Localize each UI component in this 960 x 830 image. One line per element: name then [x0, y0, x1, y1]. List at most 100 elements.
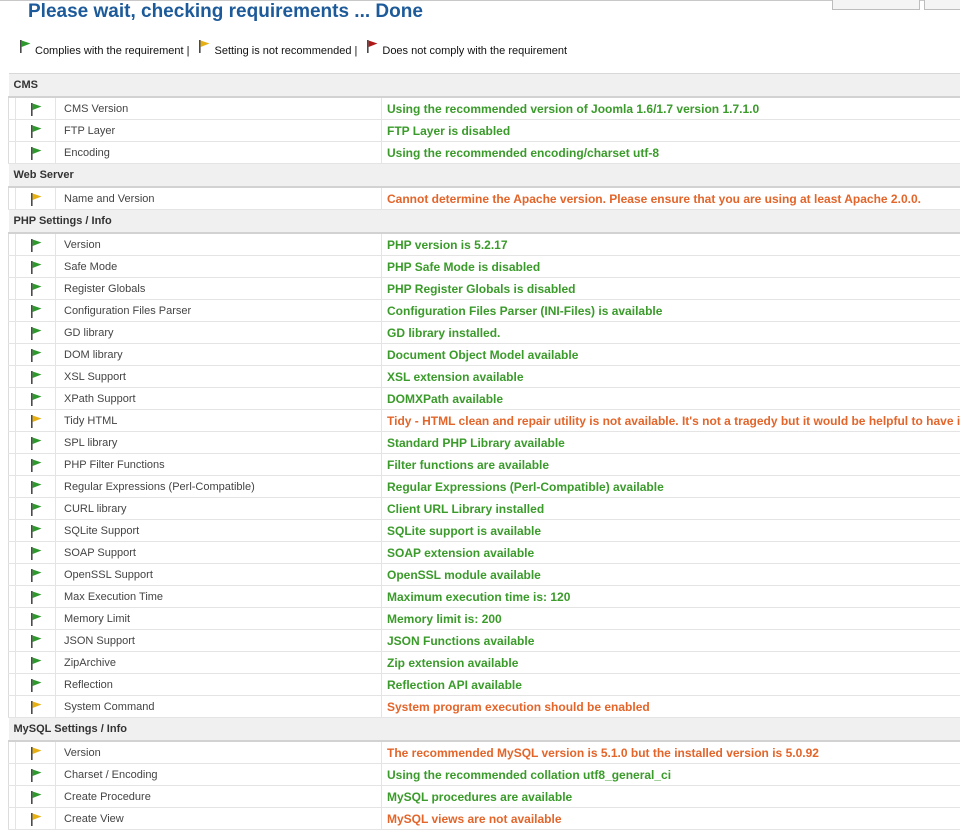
top-toolbar-button[interactable] [832, 0, 920, 10]
requirement-message: Tidy - HTML clean and repair utility is … [382, 410, 960, 432]
requirement-name: Create Procedure [56, 786, 382, 808]
green-flag-icon [29, 678, 43, 692]
green-flag-icon [18, 39, 32, 57]
requirement-name: GD library [56, 322, 382, 344]
requirement-message: XSL extension available [382, 366, 960, 388]
green-flag-icon [29, 568, 43, 582]
requirement-name: DOM library [56, 344, 382, 366]
status-cell [16, 808, 56, 830]
green-flag-icon [29, 790, 43, 804]
row-spacer [9, 344, 16, 366]
row-spacer [9, 233, 16, 256]
row-spacer [9, 388, 16, 410]
legend-label: Does not comply with the requirement [382, 45, 567, 57]
green-flag-icon [29, 524, 43, 538]
row-spacer [9, 278, 16, 300]
table-row: SQLite SupportSQLite support is availabl… [9, 520, 960, 542]
requirement-message: SQLite support is available [382, 520, 960, 542]
table-row: OpenSSL SupportOpenSSL module available [9, 564, 960, 586]
requirement-name: System Command [56, 696, 382, 718]
table-row: XSL SupportXSL extension available [9, 366, 960, 388]
row-spacer [9, 300, 16, 322]
status-cell [16, 142, 56, 164]
table-row: JSON SupportJSON Functions available [9, 630, 960, 652]
row-spacer [9, 187, 16, 210]
row-spacer [9, 454, 16, 476]
requirement-name: Create View [56, 808, 382, 830]
section-header-row: PHP Settings / Info [9, 210, 960, 234]
green-flag-icon [29, 260, 43, 274]
requirement-message: System program execution should be enabl… [382, 696, 960, 718]
table-row: SPL libraryStandard PHP Library availabl… [9, 432, 960, 454]
status-cell [16, 741, 56, 764]
yellow-flag-icon [29, 812, 43, 826]
requirement-message: GD library installed. [382, 322, 960, 344]
status-cell [16, 520, 56, 542]
row-spacer [9, 608, 16, 630]
section-title: Web Server [9, 164, 960, 188]
table-row: Create ViewMySQL views are not available [9, 808, 960, 830]
row-spacer [9, 97, 16, 120]
row-spacer [9, 520, 16, 542]
requirement-message: Document Object Model available [382, 344, 960, 366]
row-spacer [9, 120, 16, 142]
row-spacer [9, 630, 16, 652]
table-row: Tidy HTMLTidy - HTML clean and repair ut… [9, 410, 960, 432]
row-spacer [9, 366, 16, 388]
yellow-flag-icon [29, 746, 43, 760]
green-flag-icon [29, 634, 43, 648]
requirement-name: Register Globals [56, 278, 382, 300]
status-cell [16, 187, 56, 210]
section-header-row: CMS [9, 74, 960, 98]
requirement-message: DOMXPath available [382, 388, 960, 410]
green-flag-icon [29, 480, 43, 494]
requirement-name: CMS Version [56, 97, 382, 120]
status-cell [16, 300, 56, 322]
requirement-message: FTP Layer is disabled [382, 120, 960, 142]
green-flag-icon [29, 656, 43, 670]
requirement-name: OpenSSL Support [56, 564, 382, 586]
row-spacer [9, 476, 16, 498]
table-row: Configuration Files ParserConfiguration … [9, 300, 960, 322]
top-toolbar-button[interactable] [924, 0, 960, 10]
row-spacer [9, 564, 16, 586]
requirement-name: FTP Layer [56, 120, 382, 142]
row-spacer [9, 586, 16, 608]
requirement-name: SQLite Support [56, 520, 382, 542]
requirement-name: JSON Support [56, 630, 382, 652]
row-spacer [9, 741, 16, 764]
requirement-message: Using the recommended collation utf8_gen… [382, 764, 960, 786]
status-cell [16, 410, 56, 432]
green-flag-icon [29, 436, 43, 450]
status-cell [16, 120, 56, 142]
green-flag-icon [29, 348, 43, 362]
requirement-name: CURL library [56, 498, 382, 520]
green-flag-icon [29, 546, 43, 560]
status-cell [16, 764, 56, 786]
requirement-name: Reflection [56, 674, 382, 696]
green-flag-icon [29, 612, 43, 626]
requirement-name: Encoding [56, 142, 382, 164]
table-row: XPath SupportDOMXPath available [9, 388, 960, 410]
requirement-message: PHP Register Globals is disabled [382, 278, 960, 300]
requirement-name: Name and Version [56, 187, 382, 210]
requirement-message: Filter functions are available [382, 454, 960, 476]
requirement-message: JSON Functions available [382, 630, 960, 652]
requirement-message: Reflection API available [382, 674, 960, 696]
status-cell [16, 454, 56, 476]
requirement-message: PHP Safe Mode is disabled [382, 256, 960, 278]
table-row: Register GlobalsPHP Register Globals is … [9, 278, 960, 300]
yellow-flag-icon [29, 192, 43, 206]
requirement-message: MySQL procedures are available [382, 786, 960, 808]
yellow-flag-icon [29, 700, 43, 714]
requirement-message: Standard PHP Library available [382, 432, 960, 454]
status-cell [16, 786, 56, 808]
requirement-message: Using the recommended version of Joomla … [382, 97, 960, 120]
requirement-name: Configuration Files Parser [56, 300, 382, 322]
row-spacer [9, 652, 16, 674]
status-cell [16, 674, 56, 696]
legend-item: Complies with the requirement | [18, 39, 189, 57]
table-row: CMS VersionUsing the recommended version… [9, 97, 960, 120]
requirement-message: Cannot determine the Apache version. Ple… [382, 187, 960, 210]
row-spacer [9, 256, 16, 278]
